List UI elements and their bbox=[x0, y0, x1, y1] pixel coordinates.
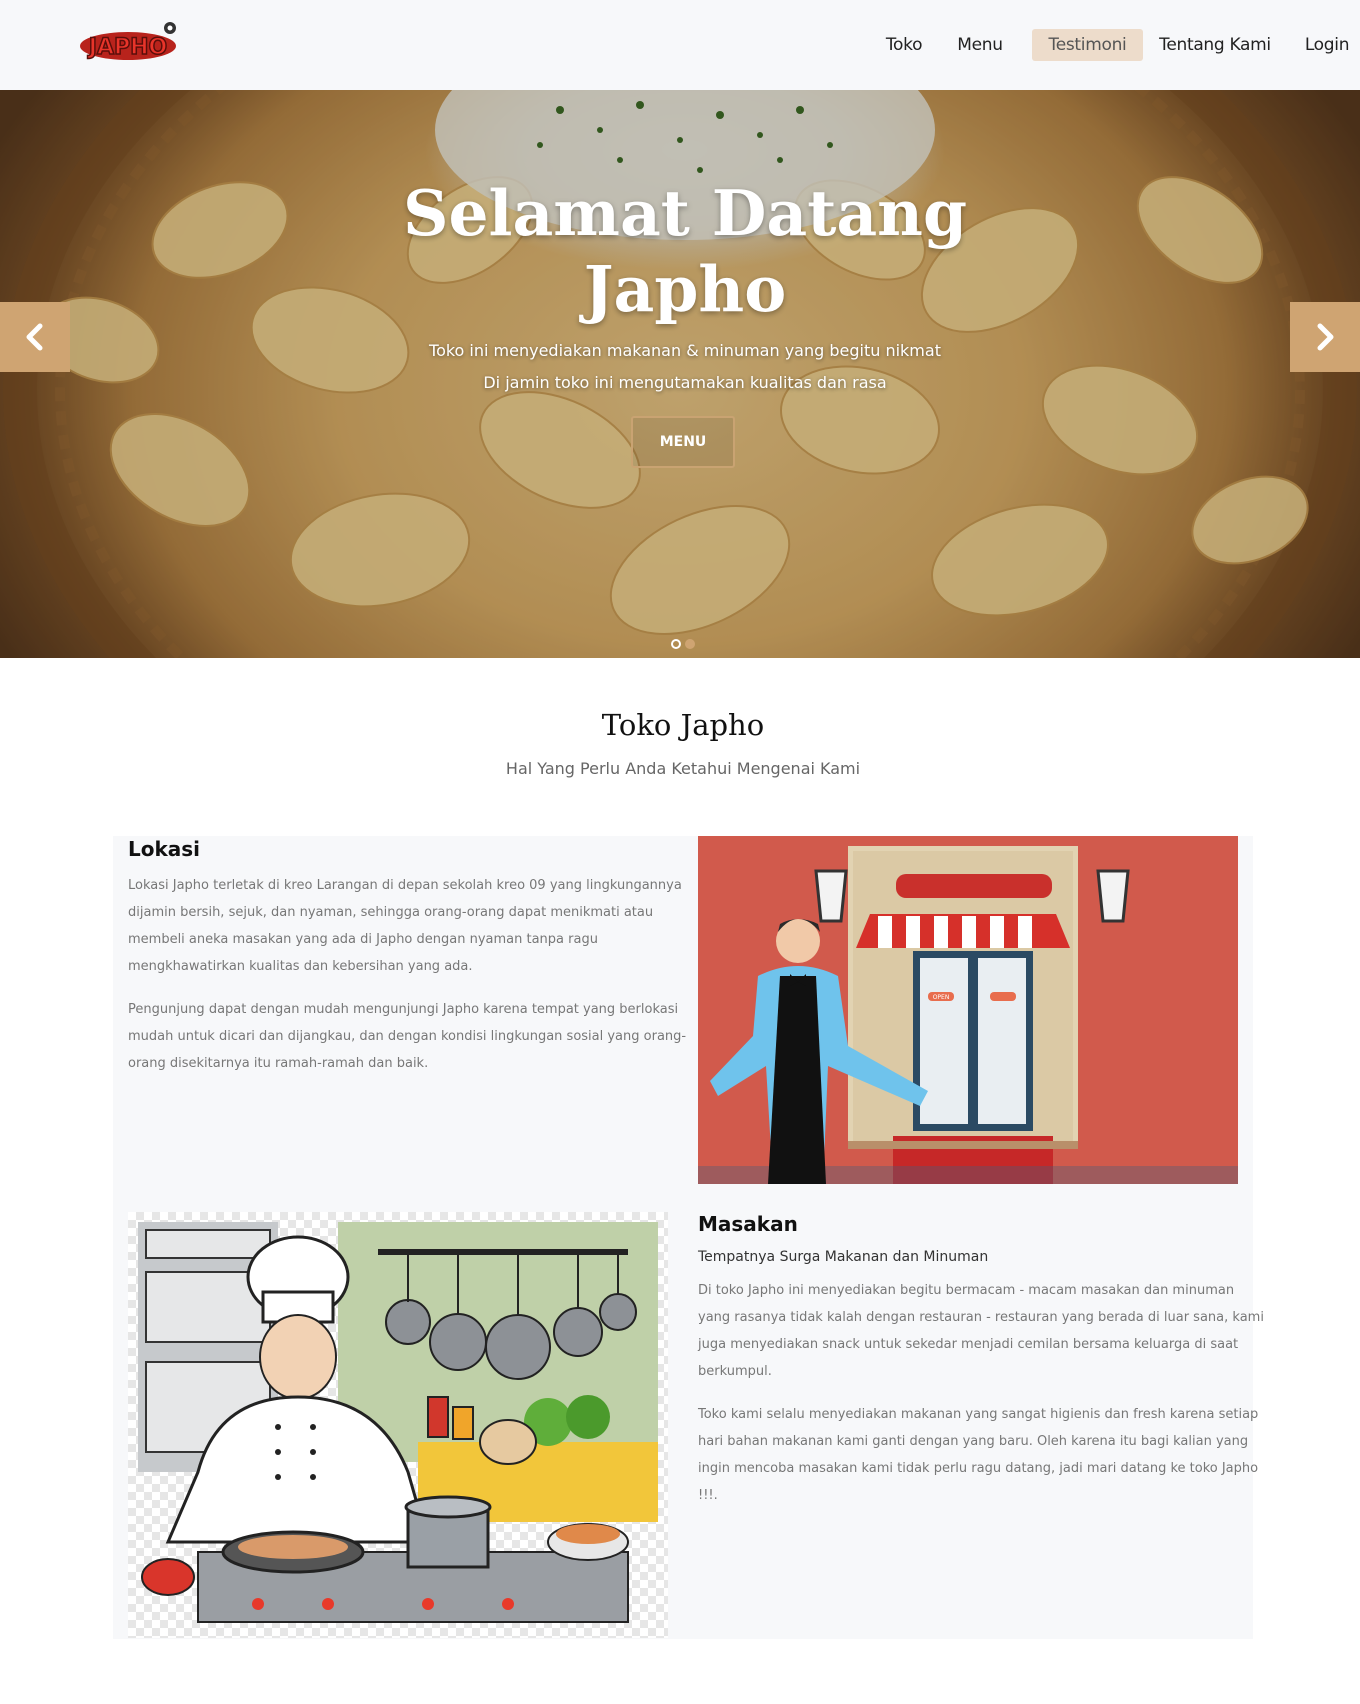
navbar: JAPHO Toko Menu Testimoni Tentang Kami L… bbox=[0, 0, 1360, 90]
text-line: membeli aneka masakan yang ada di Japho … bbox=[128, 932, 598, 947]
hero-menu-button[interactable]: MENU bbox=[631, 416, 735, 468]
section-subtitle: Hal Yang Perlu Anda Ketahui Mengenai Kam… bbox=[505, 759, 861, 778]
text-line: juga menyediakan snack untuk sekedar men… bbox=[698, 1337, 1239, 1352]
masakan-heading: Masakan bbox=[698, 1212, 798, 1236]
svg-text:OPEN: OPEN bbox=[933, 994, 950, 1001]
hero-title-line-1: Selamat Datang bbox=[402, 176, 968, 250]
text-line: orang disekitarnya itu ramah-ramah dan b… bbox=[128, 1056, 429, 1071]
masakan-paragraph-2: Toko kami selalu menyediakan makanan yan… bbox=[698, 1401, 1258, 1509]
text-line: hari bahan makanan kami ganti dengan yan… bbox=[698, 1434, 1249, 1449]
hero-subtitle-2: Di jamin toko ini mengutamakan kualitas … bbox=[483, 373, 887, 392]
lokasi-paragraph-1: Lokasi Japho terletak di kreo Larangan d… bbox=[128, 872, 682, 980]
text-line: Pengunjung dapat dengan mudah mengunjung… bbox=[128, 1002, 679, 1017]
store-illustration: OPEN bbox=[698, 836, 1238, 1184]
hero-carousel: Selamat Datang Japho Toko ini menyediaka… bbox=[0, 90, 1360, 658]
text-line: mengkhawatirkan kualitas dan kebersihan … bbox=[128, 959, 473, 974]
text-line: !!!. bbox=[698, 1488, 718, 1503]
nav-item-menu[interactable]: Menu bbox=[950, 29, 1010, 61]
hero-title-line-2: Japho bbox=[583, 252, 787, 326]
chevron-right-icon bbox=[1317, 323, 1334, 351]
text-line: berkumpul. bbox=[698, 1364, 772, 1379]
text-line: Di toko Japho ini menyediakan begitu ber… bbox=[698, 1283, 1235, 1298]
text-line: Toko kami selalu menyediakan makanan yan… bbox=[698, 1407, 1259, 1422]
text-line: Lokasi Japho terletak di kreo Larangan d… bbox=[128, 878, 682, 893]
nav-item-toko[interactable]: Toko bbox=[876, 29, 932, 61]
svg-text:JAPHO: JAPHO bbox=[87, 35, 167, 60]
text-line: yang rasanya tidak kalah dengan restaura… bbox=[698, 1310, 1264, 1325]
section-title: Toko Japho bbox=[601, 708, 765, 742]
text-line: dijamin bersih, sejuk, dan nyaman, sehin… bbox=[128, 905, 654, 920]
nav-item-testimoni[interactable]: Testimoni bbox=[1032, 29, 1143, 61]
nav-item-login[interactable]: Login bbox=[1294, 29, 1360, 61]
hero-subtitle-1: Toko ini menyediakan makanan & minuman y… bbox=[429, 341, 941, 360]
text-line: mudah untuk dicari dan dijangkau, dan de… bbox=[128, 1029, 687, 1044]
nav-item-tentang-kami[interactable]: Tentang Kami bbox=[1150, 29, 1280, 61]
japho-logo[interactable]: JAPHO bbox=[78, 18, 182, 66]
lokasi-paragraph-2: Pengunjung dapat dengan mudah mengunjung… bbox=[128, 996, 686, 1077]
masakan-tagline: Tempatnya Surga Makanan dan Minuman bbox=[698, 1249, 989, 1265]
carousel-indicator-1[interactable] bbox=[671, 639, 681, 649]
carousel-prev-button[interactable] bbox=[0, 302, 70, 372]
lokasi-heading: Lokasi bbox=[128, 837, 201, 861]
hero-title: Selamat Datang Japho bbox=[380, 175, 990, 327]
carousel-indicator-2[interactable] bbox=[685, 639, 695, 649]
masakan-paragraph-1: Di toko Japho ini menyediakan begitu ber… bbox=[698, 1277, 1264, 1385]
carousel-next-button[interactable] bbox=[1290, 302, 1360, 372]
text-line: ingin mencoba masakan kami tidak perlu r… bbox=[698, 1461, 1259, 1476]
chef-illustration bbox=[128, 1212, 668, 1638]
chevron-left-icon bbox=[26, 323, 43, 351]
